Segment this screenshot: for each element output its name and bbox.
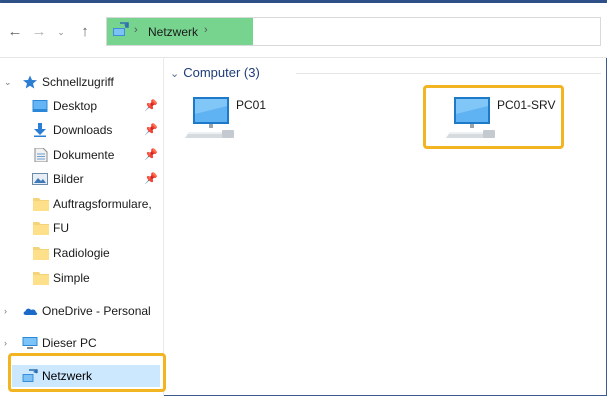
highlight-box-pc01-srv: [423, 85, 564, 149]
collapse-chevron-icon[interactable]: ⌄: [170, 68, 179, 80]
folder-icon: [33, 247, 49, 260]
sidebar-item-dokumente[interactable]: Dokumente 📌: [0, 144, 163, 166]
pin-icon[interactable]: 📌: [144, 144, 158, 166]
sidebar-item-desktop[interactable]: Desktop 📌: [0, 95, 163, 117]
sidebar-item-dieser-pc[interactable]: › Dieser PC: [0, 332, 163, 354]
back-arrow-icon[interactable]: ←: [6, 22, 24, 42]
folder-icon: [33, 222, 49, 235]
sidebar-item-auftragsformulare[interactable]: Auftragsformulare,: [0, 193, 163, 215]
group-divider: [296, 73, 601, 74]
folder-icon: [33, 272, 49, 285]
breadcrumb-location[interactable]: Netzwerk: [148, 25, 198, 39]
pin-icon[interactable]: 📌: [144, 119, 158, 141]
pictures-icon: [32, 173, 48, 185]
group-header-label: Computer (3): [183, 65, 260, 80]
folder-icon: [33, 198, 49, 211]
sidebar-item-label: Dieser PC: [42, 336, 97, 350]
sidebar-item-label: Desktop: [53, 99, 98, 113]
highlight-box-netzwerk: [8, 353, 166, 392]
breadcrumb-chevron-icon[interactable]: ›: [204, 24, 208, 36]
sidebar-item-label: FU: [53, 221, 69, 235]
navigation-pane: ⌄ Schnellzugriff Desktop 📌 Downloads 📌 D…: [0, 58, 164, 396]
breadcrumb-separator-icon[interactable]: ›: [134, 24, 138, 36]
document-icon: [34, 148, 48, 162]
computer-item-label: PC01: [236, 98, 267, 112]
sidebar-item-label: Bilder: [53, 172, 84, 186]
expand-chevron-icon[interactable]: ⌄: [4, 71, 12, 93]
expand-chevron-icon[interactable]: ›: [4, 300, 7, 322]
network-icon: [113, 22, 129, 36]
group-header-computer[interactable]: ⌄ Computer (3): [170, 63, 260, 83]
download-arrow-icon: [34, 123, 46, 137]
sidebar-item-label: Downloads: [53, 123, 113, 137]
sidebar-item-label: OneDrive - Personal: [42, 304, 151, 318]
sidebar-item-downloads[interactable]: Downloads 📌: [0, 119, 163, 141]
sidebar-item-label: Dokumente: [53, 148, 115, 162]
sidebar-item-label: Radiologie: [53, 246, 110, 260]
sidebar-item-label: Simple: [53, 271, 90, 285]
star-icon: [23, 75, 37, 89]
sidebar-item-onedrive[interactable]: › OneDrive - Personal: [0, 300, 163, 322]
sidebar-item-label: Auftragsformulare,: [53, 197, 152, 211]
forward-arrow-icon[interactable]: →: [30, 22, 48, 42]
sidebar-item-schnellzugriff[interactable]: ⌄ Schnellzugriff: [0, 71, 163, 93]
cloud-icon: [23, 308, 38, 315]
desktop-folder-icon: [32, 100, 48, 112]
up-arrow-icon[interactable]: ↑: [76, 22, 94, 42]
network-computer-icon: [185, 97, 234, 138]
sidebar-item-simple[interactable]: Simple: [0, 267, 163, 289]
computer-item-pc01[interactable]: PC01: [185, 94, 305, 144]
address-bar[interactable]: › Netzwerk ›: [106, 17, 601, 46]
recent-locations-chevron-icon[interactable]: ⌄: [52, 22, 70, 42]
expand-chevron-icon[interactable]: ›: [4, 332, 7, 354]
navigation-toolbar: ← → ⌄ ↑ › Netzwerk ›: [0, 3, 607, 58]
breadcrumb[interactable]: › Netzwerk ›: [107, 18, 253, 45]
sidebar-item-fu[interactable]: FU: [0, 217, 163, 239]
sidebar-item-bilder[interactable]: Bilder 📌: [0, 168, 163, 190]
pin-icon[interactable]: 📌: [144, 95, 158, 117]
computer-icon: [22, 337, 38, 349]
sidebar-item-label: Schnellzugriff: [42, 75, 114, 89]
sidebar-item-radiologie[interactable]: Radiologie: [0, 242, 163, 264]
pin-icon[interactable]: 📌: [144, 168, 158, 190]
